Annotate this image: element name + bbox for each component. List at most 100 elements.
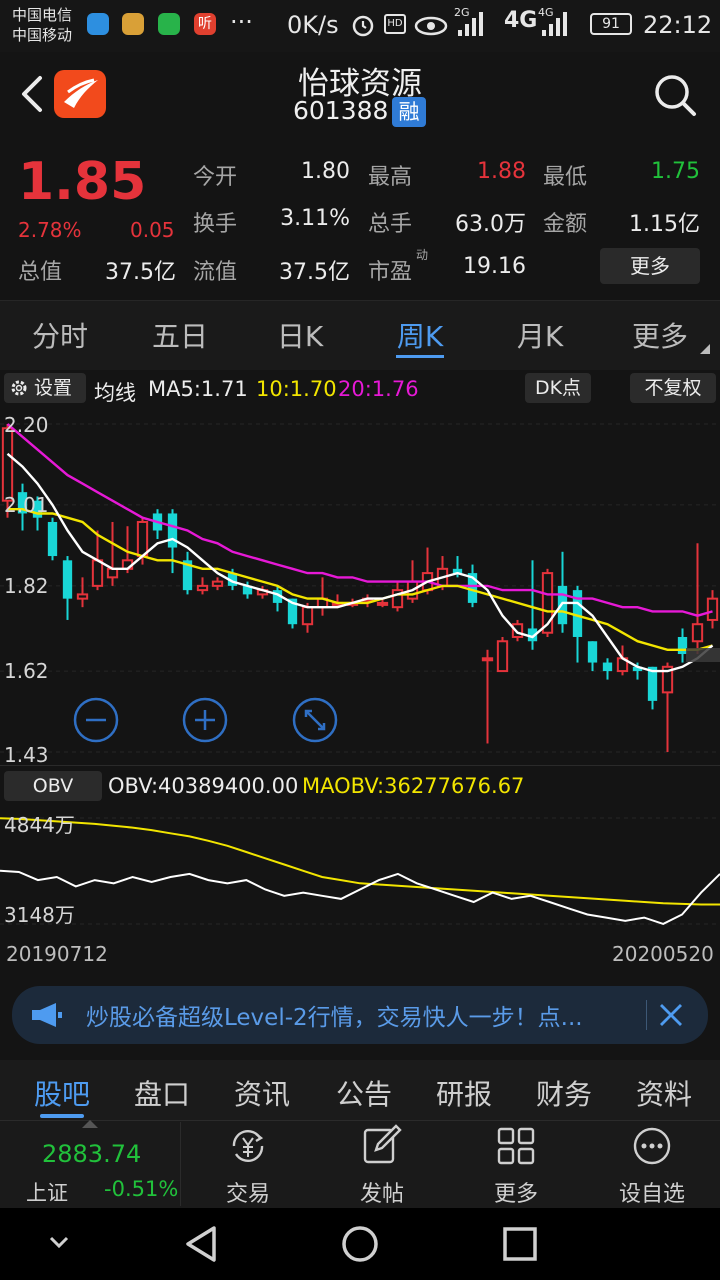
clock: 22:12 — [643, 11, 713, 39]
candle-body — [167, 513, 178, 548]
app-notification-icon — [87, 13, 109, 35]
candle-body — [136, 520, 149, 558]
quote-value: 1.15亿 — [629, 212, 700, 237]
total-value: 37.5亿 — [105, 260, 176, 285]
end-date: 20200520 — [612, 942, 714, 966]
candle-body — [557, 585, 568, 625]
megaphone-icon — [32, 1003, 62, 1027]
zoom-in-icon[interactable] — [181, 696, 229, 744]
more-label[interactable]: 更多 — [456, 1176, 576, 1208]
trade-label[interactable]: 交易 — [188, 1176, 308, 1208]
tab-order-book[interactable]: 盘口 — [112, 1073, 212, 1113]
index-change[interactable]: -0.51% — [104, 1177, 178, 1201]
more-quote-button[interactable]: 更多 — [600, 248, 700, 284]
tab-research[interactable]: 研报 — [414, 1073, 514, 1113]
tab-five-day[interactable]: 五日 — [120, 315, 240, 355]
banner-divider — [646, 1000, 647, 1030]
nav-recents-icon[interactable] — [502, 1226, 538, 1262]
change-percent: 2.78% — [18, 218, 82, 242]
add-watchlist-label[interactable]: 设自选 — [592, 1176, 712, 1208]
current-price: 1.85 — [18, 152, 147, 212]
edit-icon[interactable] — [362, 1124, 402, 1166]
index-value[interactable]: 2883.74 — [42, 1140, 141, 1168]
candle-body — [47, 521, 58, 557]
candle-body — [496, 640, 509, 673]
candle — [557, 551, 568, 633]
more-dots-icon[interactable] — [632, 1126, 672, 1166]
quote-value: 3.11% — [280, 206, 350, 231]
alarm-icon — [352, 15, 374, 37]
search-icon[interactable] — [652, 72, 698, 118]
tab-intraday[interactable]: 分时 — [0, 315, 120, 355]
candle — [76, 577, 89, 608]
nav-back-icon[interactable] — [182, 1224, 220, 1264]
no-adjust-button[interactable]: 不复权 — [630, 373, 716, 403]
nav-home-icon[interactable] — [340, 1224, 380, 1264]
candle — [481, 649, 494, 744]
price-marker — [686, 648, 720, 662]
ma5-value: MA5:1.71 — [148, 377, 248, 401]
y-tick-label: 3148万 — [4, 903, 75, 927]
status-bar: 中国电信 中国移动 听 ··· 0K/s HD 2G 4G 4G 91 22:1… — [0, 0, 720, 52]
yuan-cycle-icon[interactable] — [226, 1126, 270, 1166]
y-tick-label: 2.01 — [4, 493, 49, 517]
change-amount: 0.05 — [130, 218, 175, 242]
y-tick-label: 1.82 — [4, 574, 49, 598]
active-tab-indicator — [396, 355, 444, 358]
post-label[interactable]: 发帖 — [322, 1176, 442, 1208]
quote-label: 流值 — [193, 260, 238, 285]
chart-settings-button[interactable]: 设置 — [4, 373, 86, 403]
quote-value: 19.16 — [463, 254, 526, 279]
grid-icon[interactable] — [496, 1126, 536, 1166]
chevron-down-icon[interactable] — [48, 1234, 70, 1250]
tab-news[interactable]: 资讯 — [212, 1073, 312, 1113]
y-tick-label: 4844万 — [4, 813, 75, 837]
tab-weekly-k[interactable]: 周K — [360, 315, 480, 355]
zoom-out-icon[interactable] — [72, 696, 120, 744]
obv-chart[interactable]: 4844万 3148万 — [0, 806, 720, 934]
fullscreen-icon[interactable] — [291, 696, 339, 744]
start-date: 20190712 — [6, 942, 108, 966]
listen-app-icon: 听 — [194, 13, 216, 35]
quote-value: 1.80 — [301, 159, 350, 184]
indicator-select-button[interactable]: OBV — [4, 771, 102, 801]
network-speed: 0K/s — [287, 11, 339, 39]
hd-icon: HD — [384, 14, 406, 34]
close-icon[interactable] — [658, 1002, 684, 1028]
candle — [421, 547, 434, 595]
tab-daily-k[interactable]: 日K — [240, 315, 360, 355]
tab-financials[interactable]: 财务 — [514, 1073, 614, 1113]
candle-body — [587, 641, 598, 663]
candle-body — [91, 559, 104, 587]
quote-value: 37.5亿 — [279, 260, 350, 285]
quote-label: 今开 — [193, 165, 238, 190]
candle — [196, 577, 209, 595]
candle — [677, 628, 688, 663]
candle — [661, 662, 674, 752]
candle-body — [691, 623, 704, 643]
candle — [106, 521, 119, 586]
candle — [496, 636, 509, 673]
candle — [211, 577, 224, 591]
tab-monthly-k[interactable]: 月K — [480, 315, 600, 355]
more-notifications-icon: ··· — [230, 8, 253, 36]
tab-announcements[interactable]: 公告 — [314, 1073, 414, 1113]
obv-grid — [0, 817, 720, 925]
divider — [0, 765, 720, 766]
tab-forum[interactable]: 股吧 — [12, 1073, 112, 1113]
quote-label: 最低 — [543, 165, 588, 190]
obv-y-ticks: 4844万 3148万 — [4, 813, 75, 927]
candle — [272, 585, 283, 612]
candle-body — [301, 606, 314, 626]
index-name[interactable]: 上证 — [26, 1177, 68, 1207]
candle — [316, 577, 329, 616]
candle — [47, 517, 58, 561]
tab-profile[interactable]: 资料 — [614, 1073, 714, 1113]
dk-point-button[interactable]: DK点 — [525, 373, 591, 403]
banner-text[interactable]: 炒股必备超级Level-2行情，交易快人一步！点... — [86, 998, 634, 1032]
signal-icon-2 — [542, 12, 567, 36]
toolbar-divider — [180, 1122, 181, 1206]
maobv-value: MAOBV:36277676.67 — [302, 774, 525, 798]
y-tick-label: 2.20 — [4, 413, 49, 437]
obv-value: OBV:40389400.00 — [108, 774, 299, 798]
